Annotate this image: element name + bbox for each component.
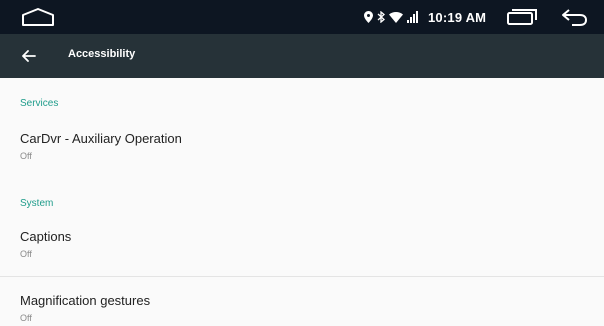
pref-item-captions[interactable]: Captions Off [0,220,604,276]
wifi-icon [389,11,403,23]
pref-item-magnification-gestures[interactable]: Magnification gestures Off [0,277,604,326]
pref-item-cardvr[interactable]: CarDvr - Auxiliary Operation Off [0,122,604,172]
status-bar: 10:19 AM [0,0,604,34]
home-icon[interactable] [18,4,58,30]
page-title: Accessibility [68,48,136,60]
pref-title: CarDvr - Auxiliary Operation [20,131,182,146]
arrow-left-icon[interactable] [16,44,42,68]
bluetooth-icon [377,11,385,23]
status-time: 10:19 AM [428,9,487,25]
back-arrow-icon[interactable] [556,5,592,29]
section-header-system: System [20,198,54,209]
pref-summary: Off [20,249,32,259]
status-icons [364,8,419,26]
recents-icon[interactable] [502,6,542,28]
pref-summary: Off [20,151,32,161]
pref-title: Magnification gestures [20,293,151,308]
app-bar: Accessibility [0,34,604,78]
pref-title: Captions [20,229,72,244]
section-header-services: Services [20,98,59,109]
settings-list: Services CarDvr - Auxiliary Operation Of… [0,78,604,326]
location-icon [364,11,373,23]
pref-summary: Off [20,313,32,323]
cellular-signal-icon [407,11,419,23]
